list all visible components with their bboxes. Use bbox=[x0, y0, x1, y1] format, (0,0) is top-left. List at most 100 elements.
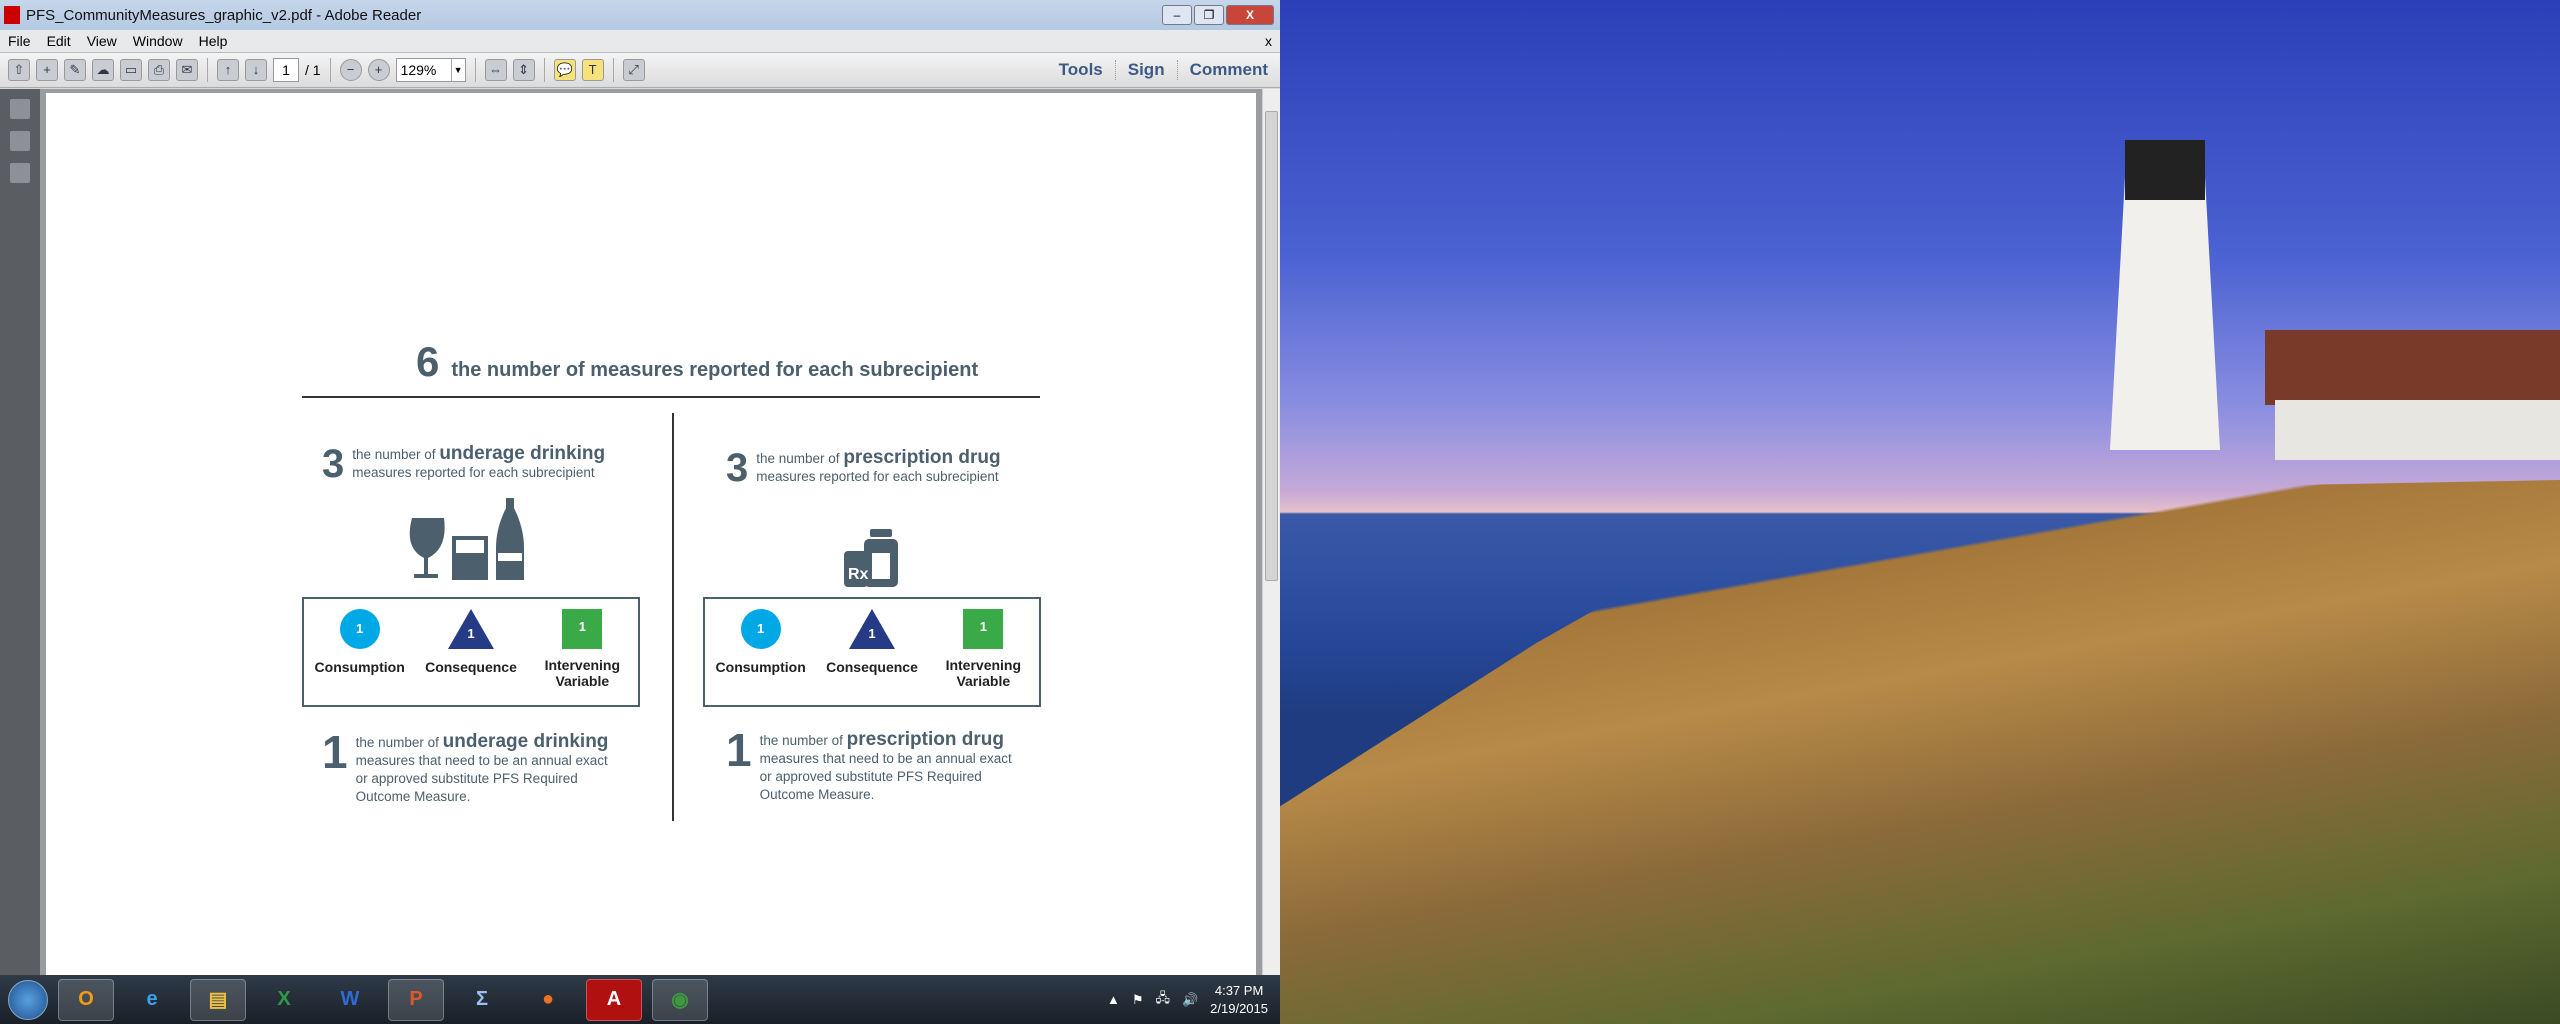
sign-button[interactable]: Sign bbox=[1114, 60, 1177, 80]
taskbar-internet-explorer[interactable]: e bbox=[124, 979, 180, 1021]
window-title: PFS_CommunityMeasures_graphic_v2.pdf - A… bbox=[26, 6, 422, 24]
page-thumbnails-icon[interactable] bbox=[10, 99, 30, 119]
volume-icon[interactable]: 🔊 bbox=[1182, 992, 1198, 1008]
separator bbox=[612, 58, 614, 82]
taskbar-powerpoint[interactable]: P bbox=[388, 978, 444, 1021]
prefix-text: the number of bbox=[355, 735, 439, 750]
scrollbar-thumb[interactable] bbox=[1265, 111, 1278, 581]
prefix-text: the number of bbox=[352, 447, 436, 462]
zoom-select[interactable]: 129% ▼ bbox=[395, 58, 466, 82]
show-hidden-icons-icon[interactable]: ▲ bbox=[1107, 992, 1120, 1007]
topic-text: prescription drug bbox=[846, 729, 1004, 750]
toolbar: ⇧ + ✎ ☁ ▭ ⎙ ✉ ↑ ↓ 1 / 1 − + 129% ▼ ⇔ ⇕ 💬 … bbox=[0, 52, 1280, 88]
fit-page-icon[interactable]: ⇕ bbox=[512, 59, 535, 81]
menu-view[interactable]: View bbox=[87, 33, 117, 49]
close-document-button[interactable]: x bbox=[1265, 33, 1272, 49]
attachments-icon[interactable] bbox=[10, 131, 30, 151]
measure-label: Consumption bbox=[314, 659, 405, 675]
taskbar-outlook[interactable]: O bbox=[58, 978, 114, 1021]
count-number: 3 bbox=[322, 442, 345, 486]
menu-bar: File Edit View Window Help x bbox=[0, 30, 1280, 52]
sticky-note-icon[interactable]: 💬 bbox=[553, 59, 576, 81]
vertical-scrollbar[interactable] bbox=[1262, 89, 1280, 975]
measure-label: Intervening Variable bbox=[544, 657, 621, 689]
suffix-text: measures reported for each subrecipient bbox=[756, 469, 999, 484]
previous-page-icon[interactable]: ↑ bbox=[217, 59, 239, 81]
start-button[interactable] bbox=[8, 979, 48, 1020]
pdf-page: 6 the number of measures reported for ea… bbox=[46, 93, 1256, 983]
create-pdf-icon[interactable]: + bbox=[36, 59, 58, 81]
print-icon[interactable]: ⎙ bbox=[148, 59, 170, 81]
edit-icon[interactable]: ✎ bbox=[64, 59, 86, 81]
topic-text: prescription drug bbox=[843, 447, 1001, 468]
comment-button[interactable]: Comment bbox=[1176, 60, 1280, 80]
adobe-reader-window: PFS_CommunityMeasures_graphic_v2.pdf - A… bbox=[0, 0, 1280, 983]
svg-text:Rx: Rx bbox=[848, 566, 869, 583]
consumption-measure: 1 Consumption bbox=[310, 609, 410, 705]
highlight-icon[interactable]: T bbox=[581, 59, 604, 81]
taskbar-chrome[interactable]: ◉ bbox=[652, 978, 708, 1021]
action-center-flag-icon[interactable]: ⚑ bbox=[1132, 992, 1144, 1008]
maximize-button[interactable]: ❐ bbox=[1194, 5, 1224, 25]
layers-icon[interactable] bbox=[10, 163, 30, 183]
measure-label: Intervening Variable bbox=[945, 657, 1022, 689]
consequence-measure: 1 Consequence bbox=[421, 609, 521, 705]
measure-label: Consequence bbox=[826, 659, 918, 675]
wallpaper-lighthouse-lantern bbox=[2125, 140, 2205, 200]
network-icon[interactable]: 🖧 bbox=[1155, 989, 1170, 1011]
system-tray: ▲ ⚑ 🖧 🔊 4:37 PM 2/19/2015 bbox=[1107, 982, 1268, 1018]
page-total: / 1 bbox=[305, 62, 321, 78]
zoom-in-icon[interactable]: + bbox=[367, 59, 390, 81]
wallpaper-house-roof bbox=[2265, 330, 2560, 405]
fit-width-icon[interactable]: ⇔ bbox=[484, 59, 507, 81]
consumption-circle-icon: 1 bbox=[740, 609, 781, 649]
clock[interactable]: 4:37 PM 2/19/2015 bbox=[1210, 982, 1268, 1018]
prefix-text: the number of bbox=[756, 451, 840, 466]
pdf-app-icon bbox=[4, 6, 20, 24]
annual-text: measures that need to be an annual exact… bbox=[355, 753, 608, 804]
menu-file[interactable]: File bbox=[8, 33, 31, 49]
taskbar-windows-explorer[interactable]: ▤ bbox=[190, 978, 246, 1021]
suffix-text: measures reported for each subrecipient bbox=[352, 465, 595, 480]
prescription-bottles-icon: Rx bbox=[844, 529, 898, 587]
measure-label: Consumption bbox=[715, 659, 806, 675]
full-screen-icon[interactable]: ⤢ bbox=[622, 59, 645, 81]
chevron-down-icon: ▼ bbox=[450, 59, 465, 81]
taskbar-math[interactable]: Σ bbox=[454, 979, 510, 1021]
intervening-measure: 1 Intervening Variable bbox=[933, 609, 1033, 705]
taskbar: O e ▤ X W P Σ ● A ◉ ▲ ⚑ 🖧 🔊 4:37 PM 2/19/… bbox=[0, 975, 1280, 1024]
taskbar-word[interactable]: W bbox=[322, 979, 378, 1021]
menu-help[interactable]: Help bbox=[199, 33, 228, 49]
separator bbox=[329, 58, 331, 82]
topic-text: underage drinking bbox=[439, 443, 606, 464]
email-icon[interactable]: ✉ bbox=[176, 59, 198, 81]
next-page-icon[interactable]: ↓ bbox=[245, 59, 267, 81]
clock-date: 2/19/2015 bbox=[1210, 1000, 1268, 1016]
zoom-out-icon[interactable]: − bbox=[339, 59, 362, 81]
menu-edit[interactable]: Edit bbox=[47, 33, 71, 49]
prefix-text: the number of bbox=[759, 733, 843, 748]
consumption-circle-icon: 1 bbox=[339, 609, 380, 649]
page-number-input[interactable]: 1 bbox=[273, 58, 299, 82]
open-icon[interactable]: ⇧ bbox=[8, 59, 30, 81]
taskbar-firefox[interactable]: ● bbox=[520, 979, 576, 1021]
minimize-button[interactable]: – bbox=[1162, 5, 1192, 25]
document-area: 6 the number of measures reported for ea… bbox=[40, 89, 1262, 983]
taskbar-adobe-reader[interactable]: A bbox=[586, 978, 642, 1021]
heading-rule bbox=[302, 396, 1040, 398]
cloud-upload-icon[interactable]: ☁ bbox=[92, 59, 114, 81]
save-icon[interactable]: ▭ bbox=[120, 59, 142, 81]
underage-annual-block: 1 the number of underage drinking measure… bbox=[322, 729, 616, 806]
column-divider bbox=[672, 413, 674, 821]
intervening-square-icon: 1 bbox=[562, 609, 603, 649]
wallpaper-coast bbox=[1280, 480, 2560, 1024]
menu-window[interactable]: Window bbox=[133, 33, 183, 49]
measure-label: Consequence bbox=[425, 659, 517, 675]
consequence-triangle-icon: 1 bbox=[447, 609, 494, 649]
close-button[interactable]: X bbox=[1226, 5, 1274, 25]
taskbar-excel[interactable]: X bbox=[256, 979, 312, 1021]
separator bbox=[543, 58, 545, 82]
separator bbox=[207, 58, 208, 82]
annual-text: measures that need to be an annual exact… bbox=[759, 751, 1012, 802]
tools-button[interactable]: Tools bbox=[1047, 60, 1115, 80]
